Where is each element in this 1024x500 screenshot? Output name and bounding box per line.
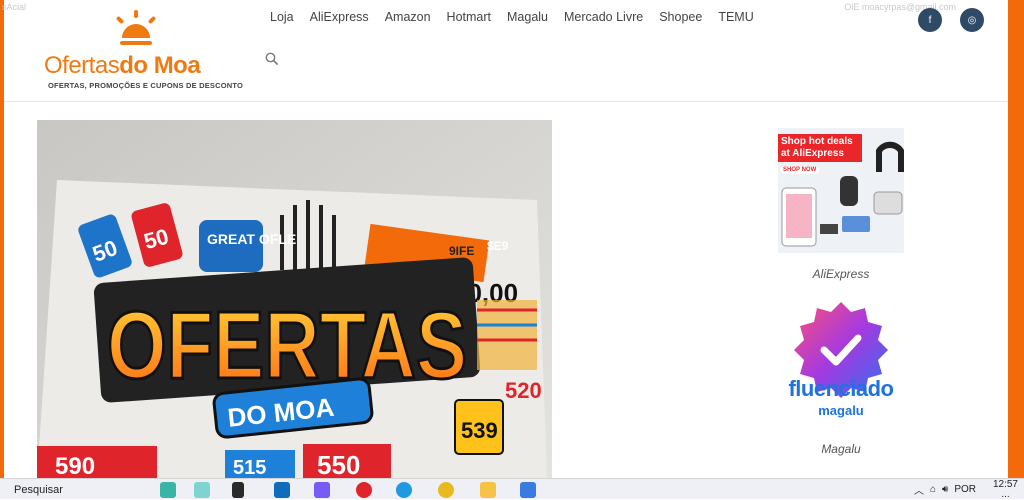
taskbar-search-placeholder: Pesquisar bbox=[14, 483, 63, 496]
tray-chevron-icon[interactable]: ︿ bbox=[914, 482, 924, 497]
nav-item-magalu[interactable]: Magalu bbox=[499, 10, 556, 24]
site-header: Ofertasdo Moa OFERTAS, PROMOÇÕES E CUPON… bbox=[4, 0, 1008, 102]
aliexpress-ad-caption: AliExpress bbox=[812, 267, 870, 281]
network-icon[interactable]: ⌂ bbox=[930, 484, 936, 495]
nav-item-loja[interactable]: Loja bbox=[262, 10, 302, 24]
hero-price-6: 9IFE bbox=[449, 244, 474, 258]
aliexpress-ad-banner[interactable]: Shop hot deals at AliExpress SHOP NOW bbox=[778, 128, 904, 253]
hero-price-3: 539 bbox=[461, 418, 498, 443]
nav-item-temu[interactable]: TEMU bbox=[710, 10, 761, 24]
hero-price-5: 550 bbox=[317, 450, 360, 478]
nav-item-aliexpress[interactable]: AliExpress bbox=[302, 10, 377, 24]
logo-name-bold: do Moa bbox=[119, 52, 201, 79]
magalu-ad-caption: Magalu bbox=[821, 442, 861, 456]
language-indicator[interactable]: POR bbox=[954, 484, 976, 495]
magalu-ad-banner[interactable]: fluenciado magalu bbox=[778, 300, 904, 428]
chrome-icon[interactable] bbox=[438, 482, 454, 498]
taskbar-clock[interactable]: 12:57 ... bbox=[993, 480, 1018, 500]
hero-price-7: $E9 bbox=[487, 239, 509, 253]
nav-item-mercado-livre[interactable]: Mercado Livre bbox=[556, 10, 651, 24]
nav-item-shopee[interactable]: Shopee bbox=[651, 10, 710, 24]
logo-tagline: OFERTAS, PROMOÇÕES E CUPONS DE DESCONTO bbox=[48, 81, 244, 90]
hero-banner-image[interactable]: 50 50 GREAT OFLE 9IFE $E9 50,00 OFERTAS … bbox=[37, 120, 552, 478]
hero-price-2: 520 bbox=[505, 378, 542, 403]
copilot-icon[interactable] bbox=[314, 482, 330, 498]
search-icon[interactable] bbox=[265, 52, 279, 66]
hero-title: OFERTAS bbox=[107, 292, 467, 399]
widgets-icon[interactable] bbox=[160, 482, 176, 498]
file-explorer-icon[interactable] bbox=[480, 482, 496, 498]
nav-item-hotmart[interactable]: Hotmart bbox=[439, 10, 499, 24]
hero-illustration: 50 50 GREAT OFLE 9IFE $E9 50,00 OFERTAS … bbox=[37, 120, 552, 478]
hero-price-8: 515 bbox=[233, 457, 266, 478]
instagram-icon[interactable]: ◎ bbox=[960, 8, 984, 32]
widgets-2-icon[interactable] bbox=[194, 482, 210, 498]
opera-icon[interactable] bbox=[356, 482, 372, 498]
nav-item-amazon[interactable]: Amazon bbox=[377, 10, 439, 24]
store-icon[interactable] bbox=[520, 482, 536, 498]
browser-page: sAcial OlE moacyrpas@gmail.com Ofertasdo… bbox=[0, 0, 1024, 500]
magalu-word-2: magalu bbox=[818, 403, 864, 418]
logo-name-regular: Ofertas bbox=[44, 52, 120, 79]
edge-icon[interactable] bbox=[396, 482, 412, 498]
hero-price-4: 590 bbox=[55, 453, 95, 478]
hero-badge: GREAT OFLE bbox=[207, 231, 296, 247]
volume-icon[interactable]: 🔊︎ bbox=[942, 484, 948, 495]
ali-products-illustration bbox=[781, 141, 904, 247]
page-border-right bbox=[1008, 0, 1024, 478]
sun-icon bbox=[116, 10, 156, 45]
main-nav: Loja AliExpress Amazon Hotmart Magalu Me… bbox=[262, 10, 762, 24]
outlook-icon[interactable] bbox=[274, 482, 290, 498]
site-logo[interactable]: Ofertasdo Moa OFERTAS, PROMOÇÕES E CUPON… bbox=[40, 8, 244, 92]
task-view-icon[interactable] bbox=[232, 482, 244, 498]
windows-taskbar: Pesquisar ︿ ⌂ 🔊︎ POR 12:57 ... bbox=[0, 478, 1024, 500]
facebook-icon[interactable]: f bbox=[918, 8, 942, 32]
magalu-word-1: fluenciado bbox=[788, 376, 894, 401]
logo-name: Ofertasdo Moa bbox=[44, 52, 201, 80]
